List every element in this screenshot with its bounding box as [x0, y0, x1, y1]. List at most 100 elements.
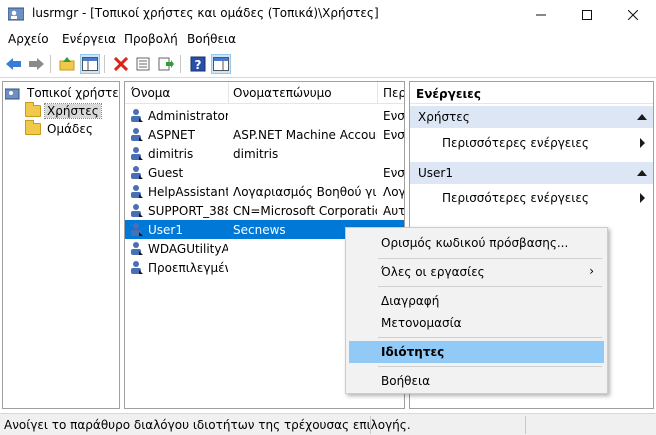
ctx-set-password[interactable]: Ορισμός κωδικού πρόσβασης... — [349, 232, 604, 254]
cell-description: Αυτός — [383, 204, 405, 218]
more-actions-label: Περισσότερες ενέργειες — [442, 191, 589, 205]
ctx-delete[interactable]: Διαγραφή — [349, 290, 604, 312]
cell-full-name: dimitris — [233, 147, 279, 161]
users-groups-icon — [5, 88, 20, 99]
cell-name: SUPPORT_388945a0 — [148, 204, 228, 218]
user-icon — [131, 185, 143, 198]
title-bar: lusrmgr - [Τοπικοί χρήστες και ομάδες (Τ… — [0, 0, 656, 29]
toolbar-separator — [104, 55, 105, 73]
show-hide-action-pane-button[interactable] — [211, 54, 231, 74]
help-button[interactable]: ? — [188, 54, 208, 74]
actions-title: Ενέργειες — [410, 82, 653, 104]
user-icon — [131, 109, 143, 122]
back-button[interactable] — [4, 54, 24, 74]
cell-full-name: ASP.NET Machine Account — [233, 128, 377, 142]
cell-full-name: CN=Microsoft Corporation — [233, 204, 377, 218]
cell-description: Ενσωματωμένος — [383, 166, 405, 180]
maximize-icon — [582, 9, 592, 20]
more-actions-label: Περισσότερες ενέργειες — [442, 136, 589, 150]
console-tree[interactable]: Τοπικοί χρήστες και ομάδες (Τοπικά) Χρήσ… — [2, 81, 120, 409]
cell-name: HelpAssistant — [148, 185, 228, 199]
cell-name: ASPNET — [148, 128, 195, 142]
menu-separator — [378, 337, 602, 338]
back-arrow-icon — [6, 58, 21, 70]
delete-icon — [114, 57, 128, 71]
status-text: Ανοίγει το παράθυρο διαλόγου ιδιοτήτων τ… — [4, 418, 411, 432]
table-row[interactable]: SUPPORT_388945a0 CN=Microsoft Corporation… — [125, 201, 405, 220]
column-header-name[interactable]: Όνομα — [131, 86, 170, 100]
svg-text:?: ? — [195, 58, 202, 72]
tree-item-label: Χρήστες — [44, 102, 102, 119]
chevron-right-icon: › — [589, 264, 594, 278]
cell-description: Ενσωματωμένος — [383, 128, 405, 142]
column-divider[interactable] — [377, 82, 378, 104]
folder-icon — [25, 101, 41, 117]
table-row[interactable]: Administrator Ενσωματωμένος — [125, 106, 405, 125]
tree-item-users[interactable]: Χρήστες — [25, 101, 102, 119]
actions-section-users[interactable]: Χρήστες — [410, 106, 653, 128]
list-header: Όνομα Ονοματεπώνυμο Περιγραφή — [125, 82, 404, 104]
submenu-arrow-icon — [640, 193, 645, 203]
properties-icon — [136, 57, 150, 71]
cell-description: Ενσωματωμένος — [383, 109, 405, 123]
minimize-icon — [536, 14, 546, 15]
cell-name: dimitris — [148, 147, 194, 161]
table-row[interactable]: dimitris dimitris — [125, 144, 404, 163]
tree-item-groups[interactable]: Ομάδες — [25, 119, 95, 137]
status-bar: Ανοίγει το παράθυρο διαλόγου ιδιοτήτων τ… — [0, 413, 656, 435]
collapse-up-icon[interactable] — [637, 114, 647, 120]
cell-name: Administrator — [148, 109, 228, 123]
user-icon — [131, 147, 143, 160]
ctx-help[interactable]: Βοήθεια — [349, 370, 604, 392]
menu-view[interactable]: Προβολή — [124, 32, 178, 46]
up-folder-icon — [59, 57, 75, 71]
menu-bar: Αρχείο Ενέργεια Προβολή Βοήθεια — [0, 29, 656, 49]
table-row[interactable]: ASPNET ASP.NET Machine Account Ενσωματωμέν… — [125, 125, 405, 144]
tree-root-label: Τοπικοί χρήστες και ομάδες (Τοπικά) — [27, 85, 119, 100]
forward-button[interactable] — [26, 54, 46, 74]
properties-button[interactable] — [133, 54, 153, 74]
close-icon — [628, 9, 638, 20]
status-divider — [370, 416, 371, 434]
user-icon — [131, 261, 143, 274]
user-icon — [131, 204, 143, 217]
close-button[interactable] — [610, 0, 656, 29]
delete-button[interactable] — [111, 54, 131, 74]
column-header-description[interactable]: Περιγραφή — [383, 86, 404, 100]
menu-help[interactable]: Βοήθεια — [187, 32, 236, 46]
more-actions-user1[interactable]: Περισσότερες ενέργειες — [410, 187, 653, 207]
table-row[interactable]: Guest Ενσωματωμένος — [125, 163, 405, 182]
up-one-level-button[interactable] — [57, 54, 77, 74]
maximize-button[interactable] — [564, 0, 610, 29]
window-title: lusrmgr - [Τοπικοί χρήστες και ομάδες (Τ… — [32, 6, 379, 20]
show-hide-action-pane-icon — [213, 57, 229, 71]
column-header-full-name[interactable]: Ονοματεπώνυμο — [233, 86, 332, 100]
more-actions-users[interactable]: Περισσότερες ενέργειες — [410, 132, 653, 152]
ctx-properties[interactable]: Ιδιότητες — [349, 341, 604, 363]
menu-action[interactable]: Ενέργεια — [62, 32, 116, 46]
user-icon — [131, 128, 143, 141]
user-icon — [131, 242, 143, 255]
collapse-up-icon[interactable] — [637, 170, 647, 176]
cell-name: User1 — [148, 223, 183, 237]
status-divider — [525, 416, 526, 434]
ctx-rename[interactable]: Μετονομασία — [349, 312, 604, 334]
ctx-all-tasks[interactable]: Όλες οι εργασίες › — [349, 261, 604, 283]
help-icon: ? — [190, 56, 206, 72]
actions-section-user1[interactable]: User1 — [410, 162, 653, 184]
users-app-icon — [8, 7, 24, 21]
tree-root[interactable]: Τοπικοί χρήστες και ομάδες (Τοπικά) — [5, 84, 119, 101]
show-hide-console-tree-button[interactable] — [80, 54, 100, 74]
cell-name: WDAGUtilityAccount — [148, 242, 228, 256]
show-hide-tree-icon — [82, 57, 98, 71]
minimize-button[interactable] — [518, 0, 564, 29]
column-divider[interactable] — [228, 82, 229, 104]
cell-description: Λογαριασμός — [383, 185, 405, 199]
user-icon — [131, 223, 143, 236]
cell-name: Guest — [148, 166, 184, 180]
menu-file[interactable]: Αρχείο — [8, 32, 49, 46]
actions-section-label: User1 — [418, 166, 453, 180]
table-row[interactable]: HelpAssistant Λογαριασμός Βοηθού για Απομ… — [125, 182, 405, 201]
export-list-button[interactable] — [156, 54, 176, 74]
context-menu: Ορισμός κωδικού πρόσβασης... Όλες οι εργ… — [345, 227, 608, 394]
